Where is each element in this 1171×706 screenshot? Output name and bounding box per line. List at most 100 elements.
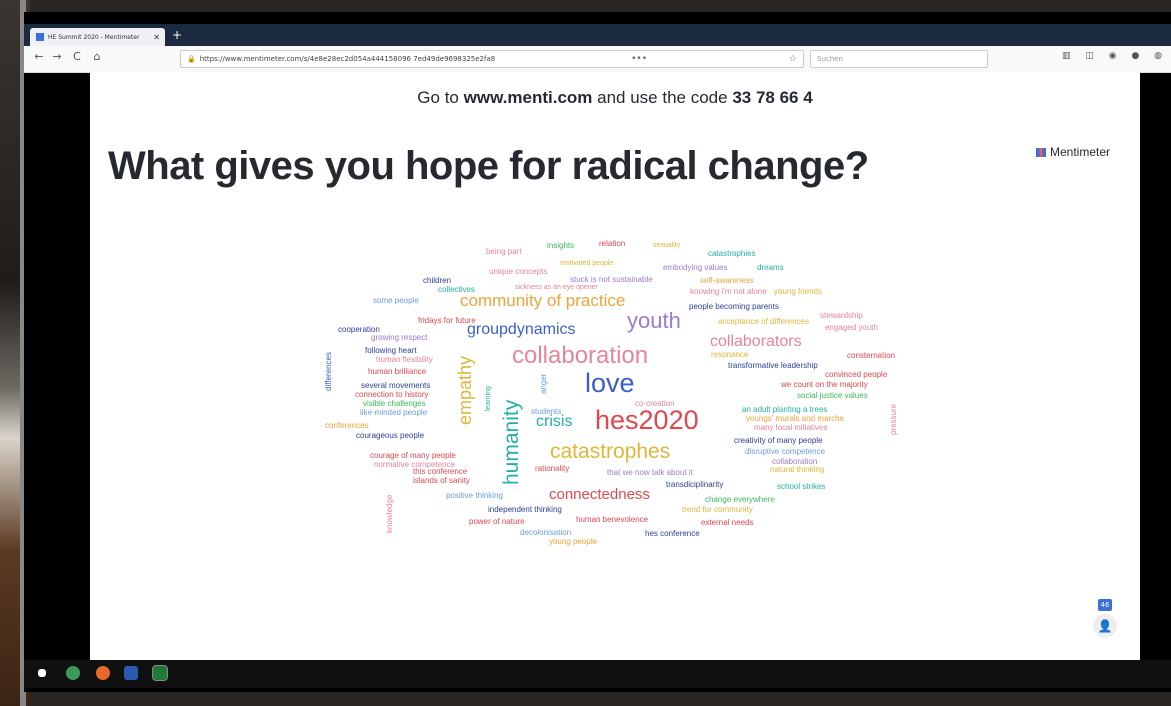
word-cloud-word: that we now talk about it	[607, 468, 693, 477]
word-cloud-word: connection to history	[355, 390, 429, 399]
windows-start-icon[interactable]	[38, 669, 46, 677]
word-cloud-word: following heart	[365, 346, 417, 355]
toolbar-extension-icons[interactable]: ▥ ◫ ◉ ● ◍	[1062, 51, 1168, 61]
word-cloud-word: transdiciplinarity	[666, 480, 724, 489]
word-cloud-word: convinced people	[825, 370, 888, 379]
reload-icon[interactable]: C	[70, 50, 84, 63]
word-cloud-word: human brilliance	[368, 367, 427, 376]
word-cloud-word: unique concepts	[489, 267, 548, 276]
word-cloud-word: this conference	[413, 467, 468, 476]
word-cloud-word: knowing i'm not alone	[690, 287, 767, 296]
word-cloud-word: change everywhere	[705, 495, 775, 504]
presentation-slide: Go to www.menti.com and use the code 33 …	[90, 72, 1140, 660]
mentimeter-favicon-icon	[36, 33, 44, 41]
word-cloud-word: courage of many people	[370, 451, 456, 460]
word-cloud-word: sexuality	[653, 242, 681, 249]
word-cloud-word: young people	[549, 537, 598, 546]
word-cloud-word: catastrophes	[550, 440, 671, 463]
word-cloud-word: stewardship	[820, 311, 863, 320]
word-cloud-word: visible challenges	[363, 399, 426, 408]
word-cloud-word: community of practice	[460, 291, 626, 310]
word-cloud-word: self-awareness	[700, 276, 754, 285]
word-cloud: being part insights relation sexuality catas…	[90, 72, 1140, 660]
tab-close-icon[interactable]: ✕	[153, 33, 160, 42]
word-cloud-word: hes2020	[595, 405, 699, 435]
word-cloud-word: sickness as an eye opener	[515, 284, 598, 291]
word-cloud-word: crisis	[536, 413, 573, 430]
person-icon[interactable]: 👤	[1093, 614, 1117, 638]
browser-tab[interactable]: HE Summit 2020 - Mentimeter ✕	[30, 28, 165, 46]
bookmark-star-icon[interactable]: ☆	[789, 54, 797, 64]
address-bar[interactable]: 🔒 https://www.mentimeter.com/s/4e8e28ec2…	[180, 50, 804, 68]
word-cloud-word: an adult planting a trees	[742, 405, 828, 414]
word-cloud-word: growing respect	[371, 333, 428, 342]
word-cloud-word: young friends	[774, 287, 823, 296]
word-cloud-word: embodying values	[663, 263, 728, 272]
word-cloud-word: creativity of many people	[734, 436, 823, 445]
word-cloud-word: empathy	[455, 355, 475, 425]
word-cloud-word: catastrophies	[708, 249, 756, 258]
tab-title: HE Summit 2020 - Mentimeter	[48, 33, 140, 41]
word-cloud-word: learning	[485, 386, 492, 411]
chrome-icon[interactable]	[66, 666, 80, 680]
word-cloud-word: children	[423, 276, 452, 285]
word-cloud-word: many local initiatives	[754, 423, 828, 432]
word-cloud-word: consternation	[847, 351, 896, 360]
word-cloud-word: islands of sanity	[413, 476, 470, 485]
word-cloud-word: youngs' murals and marche	[746, 414, 845, 423]
word-cloud-word: human flexibility	[376, 355, 433, 364]
word-cloud-word: independent thinking	[488, 505, 562, 514]
word-cloud-word: relation	[599, 239, 626, 248]
firefox-icon[interactable]	[96, 666, 110, 680]
new-tab-button[interactable]: +	[170, 28, 184, 42]
word-cloud-word: transformative leadership	[728, 361, 818, 370]
word-cloud-word: connectedness	[549, 486, 650, 503]
search-placeholder: Suchen	[817, 55, 843, 63]
word-cloud-word: disruptive competence	[745, 447, 826, 456]
word-cloud-word: conferences	[325, 421, 369, 430]
word-cloud-word: engaged youth	[825, 323, 878, 332]
excel-icon[interactable]	[152, 665, 168, 681]
word-cloud-word: being part	[486, 247, 522, 256]
word-cloud-word: some people	[373, 296, 419, 305]
word-cloud-word: insights	[547, 241, 575, 250]
word-icon[interactable]	[124, 666, 138, 680]
word-cloud-word: like-minded people	[360, 408, 428, 417]
word-cloud-word: motivated people	[560, 260, 614, 267]
word-cloud-word: collaboration	[512, 342, 649, 369]
forward-icon[interactable]: →	[50, 50, 64, 63]
word-cloud-word: humanity	[500, 399, 523, 485]
word-cloud-word: natural thinking	[770, 465, 825, 474]
word-cloud-word: resonance	[711, 350, 749, 359]
word-cloud-word: courageous people	[356, 431, 425, 440]
word-cloud-word: hes conference	[645, 529, 700, 538]
address-url: https://www.mentimeter.com/s/4e8e28ec2d0…	[199, 55, 496, 63]
word-cloud-word: school strikes	[777, 482, 826, 491]
word-cloud-word: human benevolence	[576, 515, 649, 524]
taskbar	[24, 660, 1171, 688]
word-cloud-word: several movements	[361, 381, 431, 390]
word-cloud-word: decolonisation	[520, 528, 572, 537]
lock-icon: 🔒	[187, 55, 196, 63]
word-cloud-word: dreams	[757, 263, 784, 272]
home-icon[interactable]: ⌂	[90, 50, 104, 63]
word-cloud-word: social justice values	[797, 391, 868, 400]
word-cloud-word: external needs	[701, 518, 754, 527]
word-cloud-word: love	[585, 368, 635, 398]
word-cloud-word: collaborators	[710, 333, 802, 350]
word-cloud-word: differences	[324, 352, 333, 391]
word-cloud-word: we count on the majority	[781, 380, 868, 389]
word-cloud-word: acceptance of differences	[718, 317, 810, 326]
search-input[interactable]: Suchen	[810, 50, 988, 68]
back-icon[interactable]: ←	[32, 50, 46, 63]
word-cloud-word: trend for community	[682, 505, 753, 514]
participant-count-badge: 46	[1098, 599, 1112, 611]
browser-tab-strip	[24, 24, 1171, 46]
word-cloud-word: positive thinking	[446, 491, 503, 500]
word-cloud-word: knowledge	[385, 494, 394, 533]
word-cloud-word: rationality	[535, 464, 570, 473]
overflow-icon[interactable]: •••	[631, 54, 647, 64]
word-cloud-word: power of nature	[469, 517, 525, 526]
word-cloud-word: stuck is not sustainable	[570, 275, 653, 284]
word-cloud-word: youth	[627, 308, 681, 333]
